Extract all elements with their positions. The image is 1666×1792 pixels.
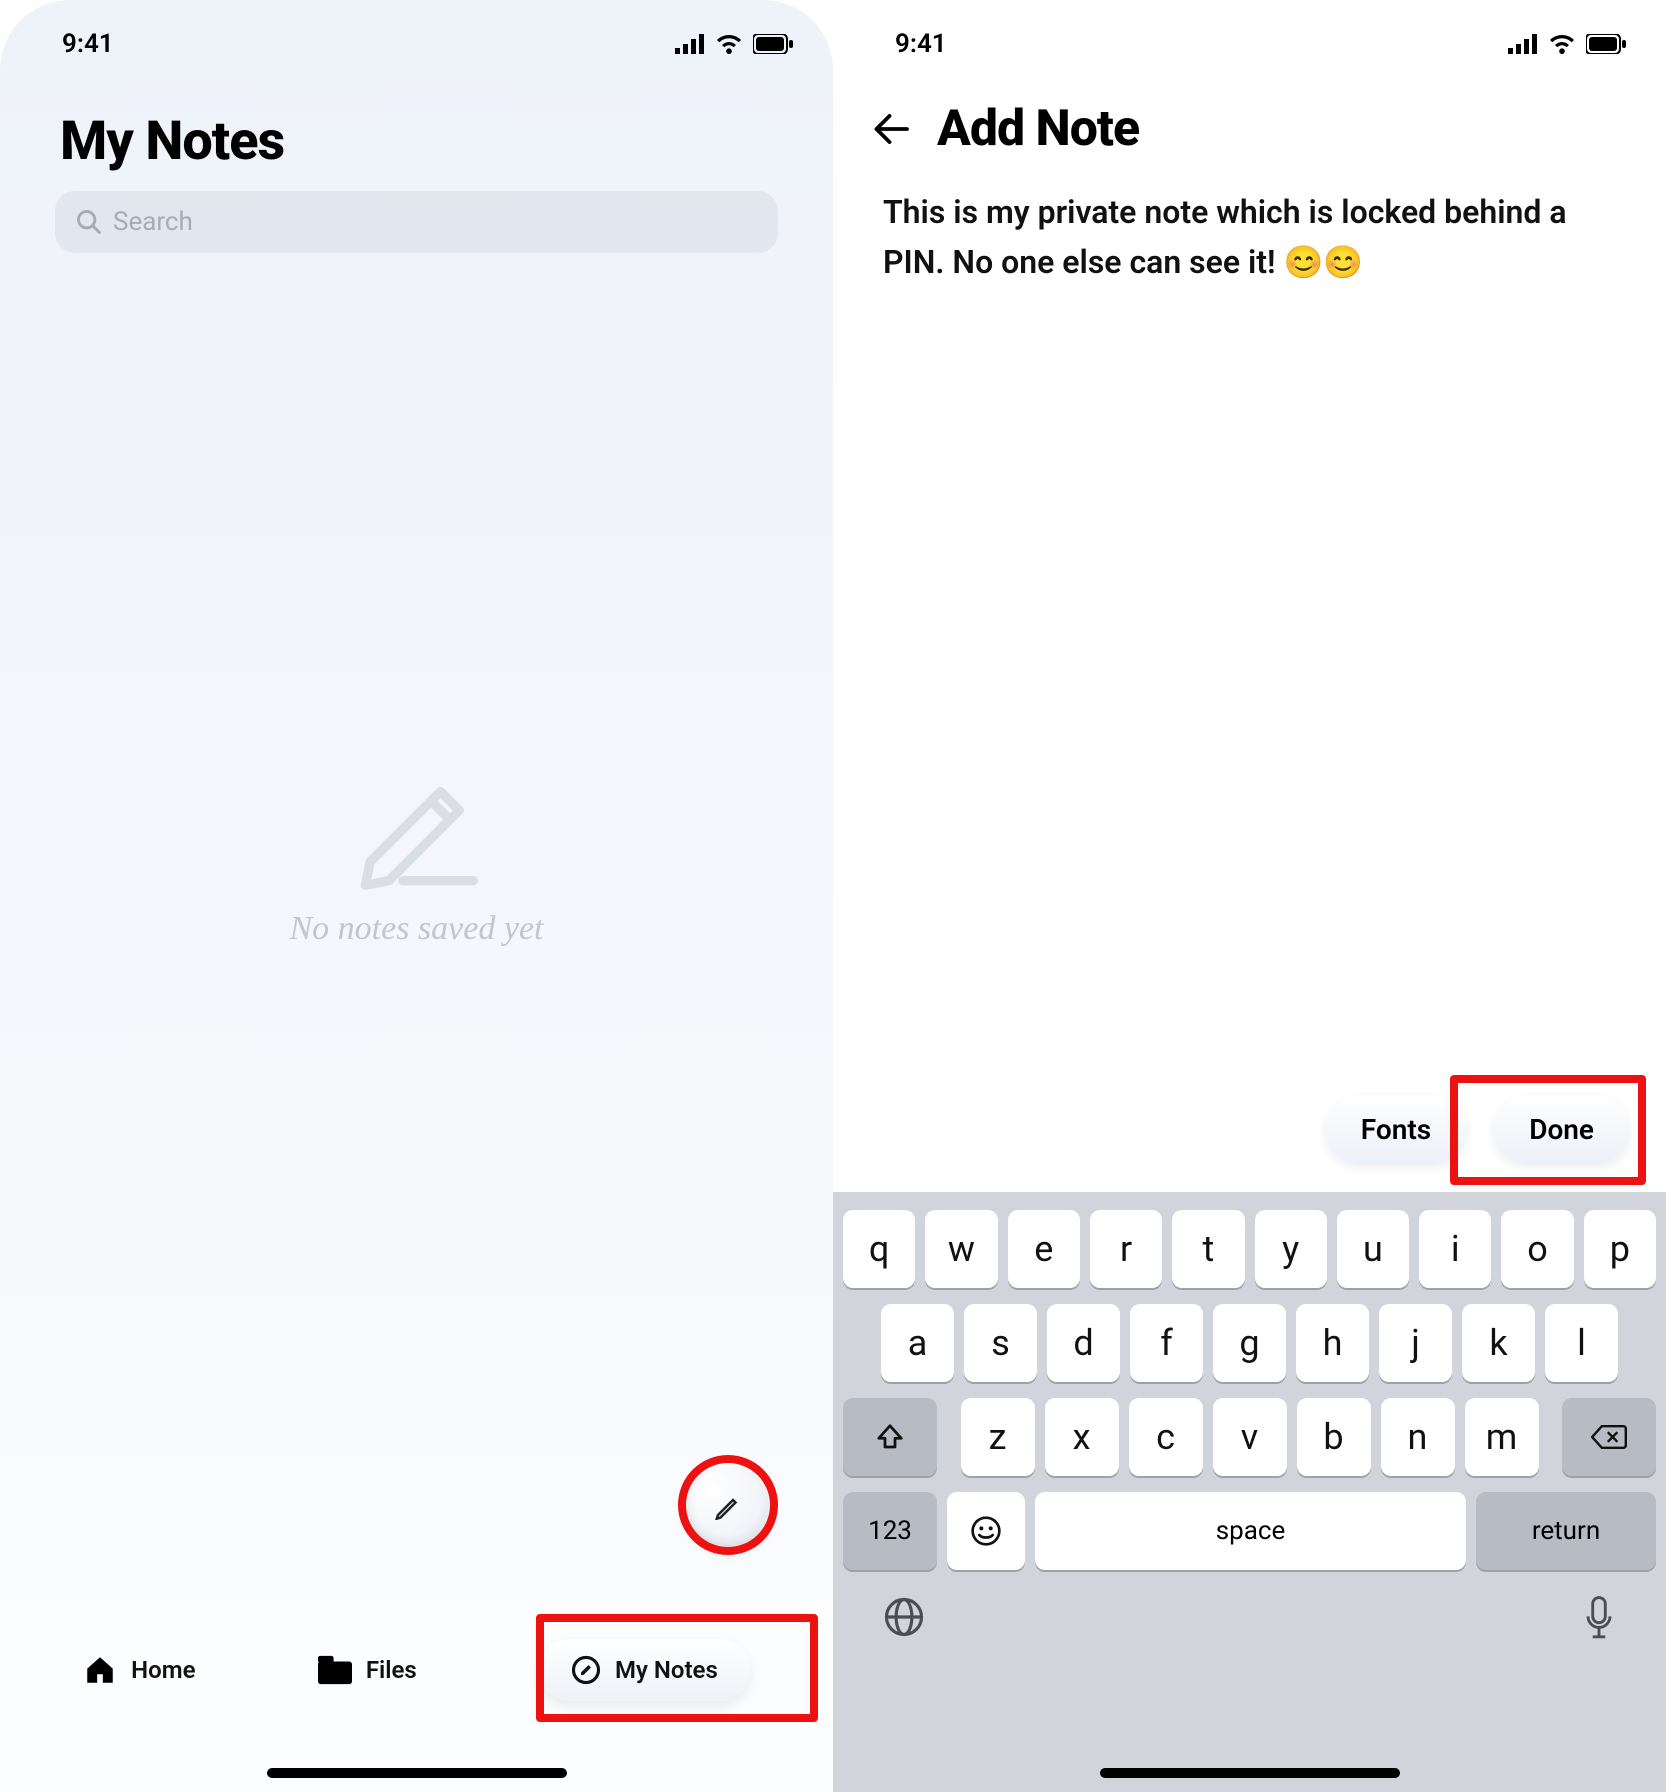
add-note-header: Add Note — [833, 70, 1666, 168]
highlight-fab — [678, 1455, 778, 1555]
globe-key[interactable] — [883, 1596, 925, 1640]
key-j[interactable]: j — [1379, 1304, 1452, 1382]
wifi-icon — [715, 34, 743, 54]
key-u[interactable]: u — [1337, 1210, 1409, 1288]
status-bar: 9:41 — [833, 0, 1666, 70]
key-q[interactable]: q — [843, 1210, 915, 1288]
shift-key[interactable] — [843, 1398, 937, 1476]
screen-add-note: 9:41 Add Note This is my private note wh… — [833, 0, 1666, 1792]
cellular-icon — [675, 34, 705, 54]
note-textarea[interactable]: This is my private note which is locked … — [833, 168, 1666, 287]
key-t[interactable]: t — [1172, 1210, 1244, 1288]
mic-key[interactable] — [1582, 1596, 1616, 1640]
key-i[interactable]: i — [1419, 1210, 1491, 1288]
key-y[interactable]: y — [1255, 1210, 1327, 1288]
key-v[interactable]: v — [1213, 1398, 1287, 1476]
status-bar: 9:41 — [0, 0, 833, 70]
return-key[interactable]: return — [1476, 1492, 1656, 1570]
key-m[interactable]: m — [1465, 1398, 1539, 1476]
key-p[interactable]: p — [1584, 1210, 1656, 1288]
key-f[interactable]: f — [1130, 1304, 1203, 1382]
backspace-key[interactable] — [1562, 1398, 1656, 1476]
key-d[interactable]: d — [1047, 1304, 1120, 1382]
wifi-icon — [1548, 34, 1576, 54]
key-h[interactable]: h — [1296, 1304, 1369, 1382]
backspace-icon — [1591, 1423, 1627, 1451]
status-indicators — [1508, 34, 1626, 54]
nav-home[interactable]: Home — [83, 1653, 195, 1687]
ios-keyboard: qwertyuiop asdfghjkl zxcvbnm 123 space r… — [833, 1192, 1666, 1792]
status-time: 9:41 — [895, 29, 947, 59]
home-indicator[interactable] — [1100, 1768, 1400, 1778]
fonts-button[interactable]: Fonts — [1325, 1095, 1467, 1164]
page-title: My Notes — [0, 70, 833, 191]
home-icon — [83, 1653, 117, 1687]
nav-files-label: Files — [366, 1656, 417, 1684]
globe-icon — [883, 1596, 925, 1638]
key-k[interactable]: k — [1462, 1304, 1535, 1382]
key-o[interactable]: o — [1501, 1210, 1573, 1288]
cellular-icon — [1508, 34, 1538, 54]
screen-my-notes: 9:41 My Notes Search No notes saved yet … — [0, 0, 833, 1792]
status-time: 9:41 — [62, 29, 114, 59]
search-placeholder: Search — [113, 207, 193, 237]
key-s[interactable]: s — [964, 1304, 1037, 1382]
folder-icon — [318, 1655, 352, 1685]
battery-icon — [1586, 34, 1626, 54]
nav-files[interactable]: Files — [318, 1655, 417, 1685]
status-indicators — [675, 34, 793, 54]
key-x[interactable]: x — [1045, 1398, 1119, 1476]
nav-home-label: Home — [131, 1656, 195, 1684]
pencil-icon — [342, 740, 492, 890]
mic-icon — [1582, 1596, 1616, 1640]
empty-state: No notes saved yet — [0, 740, 833, 948]
space-key[interactable]: space — [1035, 1492, 1466, 1570]
key-c[interactable]: c — [1129, 1398, 1203, 1476]
highlight-done — [1450, 1075, 1646, 1185]
key-g[interactable]: g — [1213, 1304, 1286, 1382]
search-input[interactable]: Search — [55, 191, 778, 253]
back-button[interactable] — [873, 113, 909, 145]
key-n[interactable]: n — [1381, 1398, 1455, 1476]
highlight-nav-notes — [536, 1614, 818, 1722]
emoji-key[interactable] — [947, 1492, 1025, 1570]
shift-icon — [875, 1422, 905, 1452]
numbers-key[interactable]: 123 — [843, 1492, 937, 1570]
key-w[interactable]: w — [925, 1210, 997, 1288]
battery-icon — [753, 34, 793, 54]
arrow-left-icon — [873, 113, 909, 145]
home-indicator[interactable] — [267, 1768, 567, 1778]
key-l[interactable]: l — [1545, 1304, 1618, 1382]
emoji-icon — [970, 1515, 1002, 1547]
key-a[interactable]: a — [881, 1304, 954, 1382]
key-r[interactable]: r — [1090, 1210, 1162, 1288]
key-b[interactable]: b — [1297, 1398, 1371, 1476]
search-icon — [75, 208, 103, 236]
empty-text: No notes saved yet — [290, 910, 544, 948]
key-z[interactable]: z — [961, 1398, 1035, 1476]
add-note-title: Add Note — [937, 100, 1139, 158]
key-e[interactable]: e — [1008, 1210, 1080, 1288]
